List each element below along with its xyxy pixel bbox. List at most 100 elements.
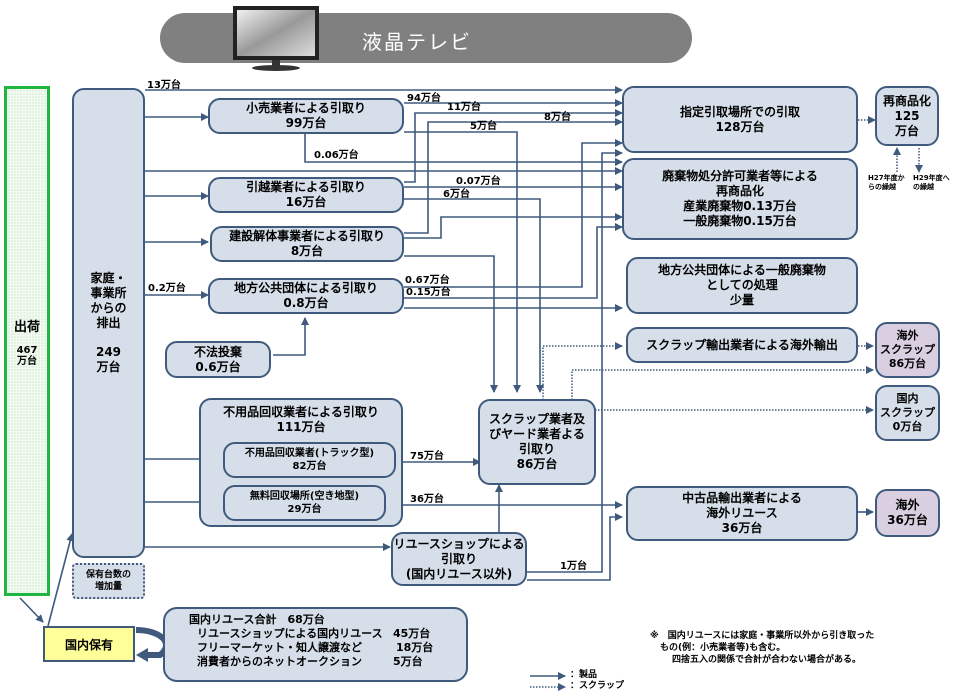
domestic-holding-box: 国内保有: [43, 626, 135, 662]
carryover-line: らの繰越: [868, 183, 896, 191]
reuse-row-label: 消費者からのネットオークション: [197, 655, 362, 668]
node-value: 86万台: [888, 357, 927, 370]
flow-scrap-export: [542, 342, 623, 400]
waste-license-box: 廃棄物処分許可業者等による 再商品化 産業廃棄物0.13万台 一般廃棄物0.15…: [622, 158, 858, 240]
carryover-line: の繰越: [913, 183, 934, 191]
flow-construction-waste: [404, 213, 623, 239]
node-value: 0.6万台: [195, 359, 241, 374]
flow-domestic-discharge: [47, 533, 75, 627]
node-name: 再商品化: [882, 93, 931, 108]
node-value: 99万台: [285, 116, 327, 130]
flow-overseas-scrap: [571, 366, 874, 400]
node-value: 8万台: [290, 244, 324, 258]
holding-increase-line: 増加量: [94, 582, 122, 592]
flow-label: 6万台: [443, 189, 470, 200]
retailer-box: 小売業者による引取り 99万台: [208, 98, 404, 134]
node-value: 0万台: [892, 420, 923, 433]
node-value: 86万台: [516, 457, 558, 471]
node-name: 不用品回収業者(トラック型): [244, 448, 375, 459]
node-line: 中古品輸出業者による: [682, 491, 802, 505]
illegal-dumping-box: 不法投棄 0.6万台: [165, 341, 271, 378]
flow-illegal: [273, 317, 309, 356]
reuse-row: 消費者からのネットオークション 5万台: [189, 655, 466, 669]
flow-label: 0.06万台: [314, 150, 359, 161]
reuse-row-label: リユースショップによる国内リユース: [197, 627, 383, 640]
flow-shipment-domestic: [19, 597, 44, 623]
node-line: 再商品化: [715, 184, 764, 198]
domestic-scrap-box: 国内 スクラップ 0万台: [875, 385, 940, 441]
domestic-holding-label: 国内保有: [64, 637, 113, 652]
flow-067: [404, 139, 623, 288]
shipment-unit: 万台: [17, 355, 37, 367]
flow-label: 5万台: [470, 121, 497, 132]
holding-increase-line: 保有台数の: [85, 570, 131, 580]
node-name: 小売業者による引取り: [246, 101, 366, 115]
node-line: 引取り: [518, 442, 555, 456]
node-line: スクラップ業者及: [488, 412, 585, 426]
flow-label: 13万台: [147, 80, 181, 91]
node-value-general: 一般廃棄物0.15万台: [683, 214, 797, 228]
node-line: スクラップ: [880, 406, 935, 419]
node-line: びヤード業者よる: [489, 427, 585, 441]
node-line: 地方公共団体による一般廃棄物: [658, 263, 826, 277]
reuse-loop-arrow: [135, 627, 169, 658]
reuse-row: フリーマーケット・知人譲渡など 18万台: [189, 641, 466, 655]
node-value: 111万台: [276, 420, 326, 434]
node-name: 無料回収場所(空き地型): [249, 491, 360, 502]
used-export-box: 中古品輸出業者による 海外リユース 36万台: [626, 486, 858, 541]
reuse-row-label: フリーマーケット・知人譲渡など: [197, 641, 362, 654]
node-value: 0.8万台: [283, 296, 329, 310]
legend-solid-label: ：製品: [570, 670, 598, 680]
discharge-box: 家庭・ 事業所 からの 排出 249 万台: [72, 88, 145, 558]
recommercialization-box: 再商品化 125 万台: [875, 86, 939, 146]
reuse-row-value: 5万台: [393, 655, 423, 668]
scrap-yard-box: スクラップ業者及 びヤード業者よる 引取り 86万台: [478, 399, 596, 485]
domestic-reuse-box: 国内リユース合計 68万台 リユースショップによる国内リユース 45万台 フリー…: [163, 607, 468, 682]
flow-label: 11万台: [447, 102, 481, 113]
free-site-box: 無料回収場所(空き地型) 29万台: [223, 485, 386, 521]
footnote: ※ 国内リユースには家庭・事業所以外から引き取った もの(例：小売業者等)も含む…: [650, 630, 874, 666]
flow-label: 94万台: [407, 93, 441, 104]
node-value: 36万台: [887, 513, 928, 527]
construction-box: 建設解体事業者による引取り 8万台: [210, 226, 404, 262]
discharge-line: 家庭・: [90, 271, 127, 285]
carryover-to-h29: H29年度へ の繰越: [913, 174, 950, 192]
flow-label: 8万台: [544, 112, 571, 123]
node-line: スクラップ: [880, 343, 935, 356]
carryover-line: H27年度か: [868, 174, 905, 182]
flow-label: 36万台: [410, 494, 444, 505]
node-value: 128万台: [715, 119, 765, 134]
shipment-box: 出荷 467 万台: [4, 86, 50, 596]
footnote-line: 四捨五入の関係で合計が合わない場合がある。: [672, 655, 862, 665]
node-line: (国内リユース以外): [405, 566, 513, 581]
node-line: リユースショップによる: [393, 536, 525, 551]
node-line: 海外: [896, 329, 919, 342]
flow-label: 0.07万台: [456, 176, 501, 187]
carryover-line: H29年度へ: [913, 174, 950, 182]
node-line: 引取り: [440, 551, 477, 566]
node-value: 29万台: [287, 504, 322, 515]
scrap-export-box: スクラップ輸出業者による海外輸出: [626, 327, 858, 363]
node-line: 国内: [896, 392, 919, 405]
holding-increase-box: 保有台数の 増加量: [72, 563, 145, 599]
node-unit: 万台: [894, 123, 919, 138]
node-value: 82万台: [292, 461, 327, 472]
overseas-scrap-box: 海外 スクラップ 86万台: [875, 322, 940, 378]
node-line: 海外リユース: [706, 506, 778, 520]
node-line: 廃棄物処分許可業者等による: [662, 169, 818, 183]
carryover-from-h27: H27年度か らの繰越: [868, 174, 905, 192]
flow-label: 0.2万台: [148, 283, 186, 294]
reuse-total: 国内リユース合計 68万台: [189, 613, 325, 626]
node-value: 125: [894, 108, 920, 123]
node-value: 少量: [729, 293, 754, 307]
shipment-label: 出荷: [13, 319, 40, 335]
flow-label: 75万台: [410, 451, 444, 462]
muni-disposal-box: 地方公共団体による一般廃棄物 としての処理 少量: [626, 257, 858, 314]
node-name: 指定引取場所での引取: [679, 104, 800, 119]
node-value: 36万台: [721, 521, 763, 535]
node-name: 海外: [895, 498, 920, 512]
discharge-line: からの: [90, 301, 127, 315]
node-value-industrial: 産業廃棄物0.13万台: [683, 199, 797, 213]
discharge-unit: 万台: [96, 360, 121, 374]
node-name: スクラップ輸出業者による海外輸出: [646, 337, 838, 352]
